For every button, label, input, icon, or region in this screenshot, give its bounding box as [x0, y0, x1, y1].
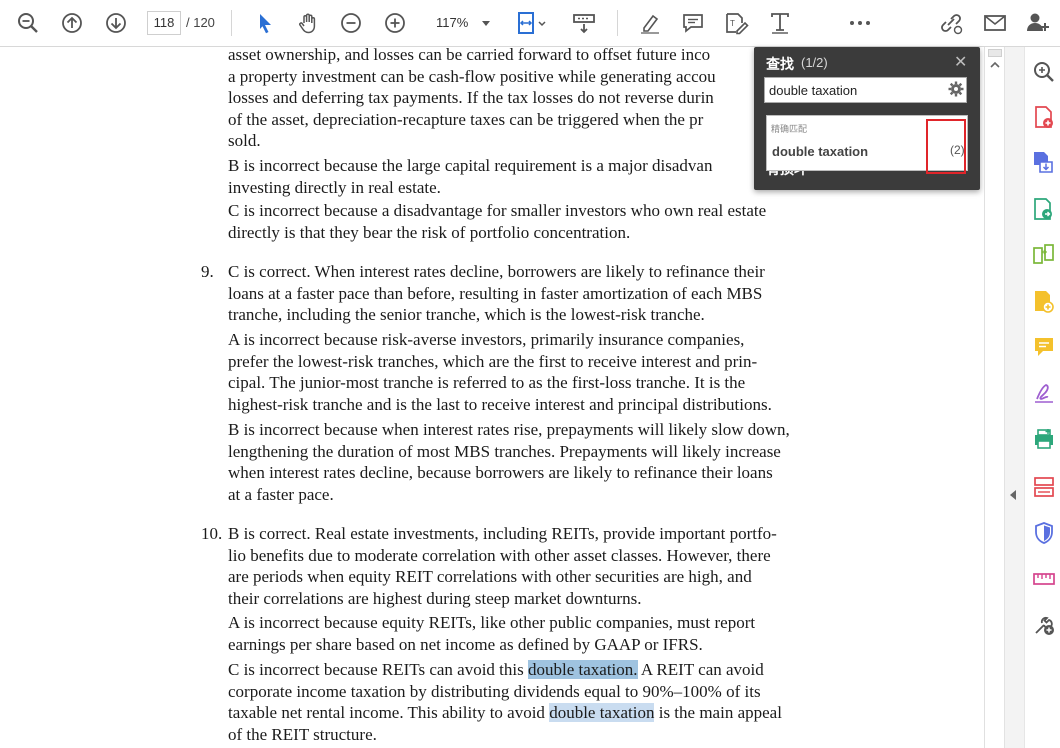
select-arrow-icon[interactable]	[251, 9, 279, 37]
find-input[interactable]	[765, 78, 944, 102]
organize-pages-icon[interactable]	[1032, 243, 1056, 267]
share-link-icon[interactable]	[937, 9, 965, 37]
list-number: 10.	[201, 524, 223, 543]
close-icon[interactable]: ✕	[954, 52, 967, 72]
suggestion-item[interactable]: double taxation	[772, 144, 868, 159]
text-line: at a faster pace.	[228, 484, 334, 504]
text-line: asset ownership, and losses can be carri…	[228, 47, 711, 64]
more-icon[interactable]	[846, 9, 874, 37]
text-line: a property investment can be cash-flow p…	[228, 66, 716, 86]
fill-sign-file-icon[interactable]	[1032, 289, 1056, 313]
zoom-search-icon[interactable]	[1032, 60, 1056, 84]
text-line: loans at a faster pace than before, resu…	[228, 283, 763, 303]
svg-text:T: T	[730, 19, 735, 28]
text-line: C is correct. When interest rates declin…	[228, 262, 765, 281]
scroll-mode-icon[interactable]	[570, 9, 598, 37]
scroll-up-icon[interactable]	[990, 61, 1000, 69]
text-line: when interest rates decline, because bor…	[228, 463, 773, 483]
find-title: 查找	[766, 56, 794, 72]
text-line: tranche, including the senior tranche, w…	[228, 305, 705, 325]
text-line: A is incorrect because risk-averse inves…	[228, 330, 745, 349]
panel-divider	[1004, 47, 1024, 748]
page-up-icon[interactable]	[58, 9, 86, 37]
text-line: taxable net rental income. This ability …	[228, 703, 782, 723]
zoom-value: 117%	[436, 15, 469, 30]
text-line: lengthening the duration of most MBS tra…	[228, 441, 781, 461]
vertical-scrollbar[interactable]	[984, 47, 1004, 748]
edit-text-icon[interactable]: T	[722, 9, 750, 37]
search-zoom-icon[interactable]	[14, 9, 42, 37]
text-line: cipal. The junior-most tranche is referr…	[228, 373, 746, 393]
search-hit: double taxation	[549, 703, 655, 723]
collapse-panel-icon[interactable]	[1010, 490, 1016, 500]
chevron-down-icon	[482, 21, 490, 26]
print-production-icon[interactable]	[1032, 475, 1056, 499]
zoom-in-icon[interactable]	[381, 9, 409, 37]
comment-icon[interactable]	[679, 9, 707, 37]
page-down-icon[interactable]	[102, 9, 130, 37]
right-tool-panel	[1024, 47, 1060, 748]
find-input-box[interactable]	[764, 77, 967, 103]
add-user-icon[interactable]	[1024, 9, 1052, 37]
annotation-highlight-box	[926, 119, 966, 174]
toolbar-separator	[617, 10, 618, 36]
more-tools-icon[interactable]	[1032, 613, 1056, 637]
page-number-input[interactable]: 118	[147, 11, 181, 35]
main-toolbar: 118 / 120 117% T	[0, 0, 1060, 47]
search-hit-current: double taxation.	[528, 660, 638, 679]
gear-icon[interactable]	[948, 81, 964, 102]
text-line: B is incorrect because when interest rat…	[228, 420, 790, 439]
toolbar-separator	[231, 10, 232, 36]
comment-tool-icon[interactable]	[1032, 335, 1056, 359]
shield-icon[interactable]	[1032, 521, 1056, 545]
highlight-pen-icon[interactable]	[636, 9, 664, 37]
text-tool-icon[interactable]	[766, 9, 794, 37]
text-line: are periods when equity REIT correlation…	[228, 567, 752, 587]
edit-pdf-icon[interactable]	[1032, 197, 1056, 221]
fit-page-icon[interactable]	[514, 9, 550, 37]
scrollbar-thumb[interactable]	[988, 49, 1002, 57]
text-line: B is incorrect because the large capital…	[228, 156, 713, 175]
text-line: corporate income taxation by distributin…	[228, 681, 761, 701]
text-line: sold.	[228, 131, 261, 151]
text-line: A is incorrect because equity REITs, lik…	[228, 613, 756, 632]
text-line: of the REIT structure.	[228, 724, 377, 744]
text-line: earnings per share based on net income a…	[228, 634, 703, 654]
text-line: C is incorrect because a disadvantage fo…	[228, 201, 767, 220]
find-result-count: (1/2)	[801, 55, 828, 70]
suggestion-header: 精确匹配	[771, 124, 808, 134]
export-pdf-icon[interactable]	[1032, 105, 1056, 129]
measure-ruler-icon[interactable]	[1032, 567, 1056, 591]
text-line: prefer the lowest-risk tranches, which a…	[228, 351, 758, 371]
text-line: directly is that they bear the risk of p…	[228, 222, 631, 242]
zoom-select[interactable]: 117%	[426, 11, 496, 35]
text-line: losses and deferring tax payments. If th…	[228, 88, 714, 108]
text-line: C is incorrect because REITs can avoid t…	[228, 660, 764, 679]
list-number: 9.	[201, 262, 214, 281]
page-total: / 120	[186, 15, 215, 30]
create-pdf-icon[interactable]	[1032, 150, 1056, 174]
sign-pen-icon[interactable]	[1032, 381, 1056, 405]
text-line: highest-risk tranche and is the last to …	[228, 394, 772, 414]
zoom-out-icon[interactable]	[337, 9, 365, 37]
email-icon[interactable]	[981, 9, 1009, 37]
scan-print-icon[interactable]	[1032, 427, 1056, 451]
hand-tool-icon[interactable]	[294, 9, 322, 37]
text-line: of the asset, depreciation-recapture tax…	[228, 109, 704, 129]
text-line: investing directly in real estate.	[228, 177, 441, 197]
text-line: lio benefits due to moderate correlation…	[228, 545, 771, 565]
text-line: their correlations are highest during st…	[228, 588, 642, 608]
text-line: B is correct. Real estate investments, i…	[228, 524, 777, 543]
